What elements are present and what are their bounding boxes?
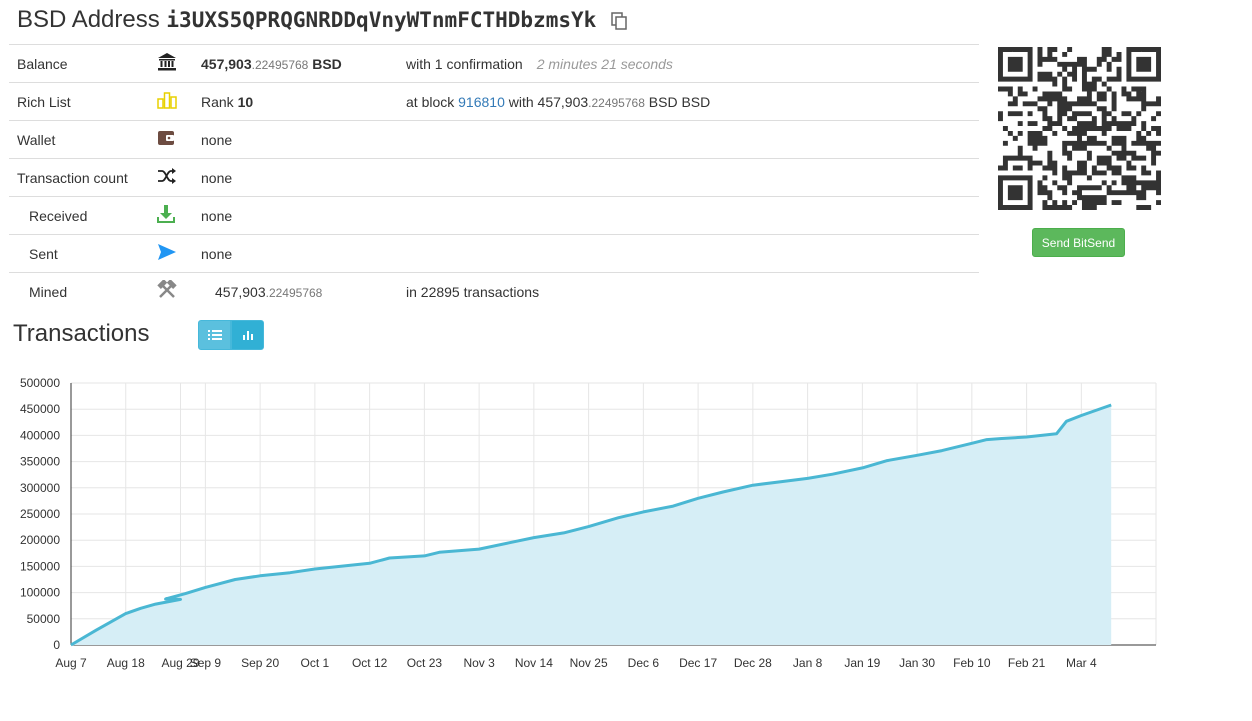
hammer-icon (157, 273, 201, 311)
shuffle-icon (157, 159, 201, 197)
y-tick-label: 300000 (20, 481, 60, 495)
x-tick-label: Nov 25 (570, 656, 608, 670)
y-tick-label: 500000 (20, 376, 60, 390)
richlist-info: at block 916810 with 457,903.22495768 BS… (406, 83, 979, 121)
copy-icon[interactable] (611, 9, 627, 30)
rank-prefix: Rank (201, 93, 234, 110)
x-tick-label: Oct 1 (301, 656, 330, 670)
balance-decimals: .22495768 (251, 57, 309, 72)
y-tick-label: 50000 (27, 612, 61, 626)
y-tick-label: 400000 (20, 428, 60, 442)
received-label: Received (29, 207, 88, 224)
x-tick-label: Oct 23 (407, 656, 443, 670)
block-link[interactable]: 916810 (458, 94, 505, 110)
x-tick-label: Feb 21 (1008, 656, 1046, 670)
balance-int: 457,903 (201, 55, 252, 72)
balance-info: with 1 confirmation 2 minutes 21 seconds (406, 45, 979, 83)
mined-info: in 22895 transactions (406, 283, 540, 300)
balance-unit: BSD (312, 55, 342, 72)
with-amount-text: with 457,903 (508, 93, 589, 110)
balance-row: Balance 457,903.22495768 BSD with 1 conf… (9, 44, 979, 83)
y-tick-label: 0 (53, 638, 60, 652)
x-tick-label: Dec 6 (628, 656, 660, 670)
send-icon (157, 235, 201, 273)
x-tick-label: Aug 18 (107, 656, 145, 670)
balance-label: Balance (17, 55, 68, 72)
received-value: none (201, 207, 233, 224)
list-icon (207, 330, 222, 340)
x-tick-label: Jan 8 (793, 656, 823, 670)
wallet-row: Wallet none (9, 120, 979, 159)
rank-number: 10 (237, 93, 254, 110)
y-tick-label: 150000 (20, 559, 60, 573)
bank-icon (157, 45, 201, 83)
wallet-value: none (201, 131, 233, 148)
y-tick-label: 200000 (20, 533, 60, 547)
x-tick-label: Nov 3 (463, 656, 495, 670)
x-tick-label: Feb 10 (953, 656, 991, 670)
x-tick-label: Nov 14 (515, 656, 553, 670)
transactions-heading: Transactions (13, 320, 150, 347)
address-summary-table: Balance 457,903.22495768 BSD with 1 conf… (9, 44, 979, 311)
richlist-row: Rich List Rank 10 at block 916810 with 4… (9, 82, 979, 121)
bar-chart-icon (242, 331, 253, 340)
page-title: BSD Address i3UXS5QPRQGNRDDqVnyWTnmFCTHD… (17, 6, 627, 34)
qr-code (998, 47, 1161, 210)
sent-value: none (201, 245, 233, 262)
mined-value: 457,903.22495768 (201, 273, 406, 311)
view-toggle-group (198, 320, 264, 350)
mined-decimals: .22495768 (265, 285, 323, 300)
list-view-button[interactable] (198, 320, 231, 350)
download-icon (157, 197, 201, 235)
wallet-label: Wallet (17, 131, 56, 148)
received-row: Received none (9, 196, 979, 235)
y-tick-label: 250000 (20, 507, 60, 521)
sent-label: Sent (29, 245, 58, 262)
y-tick-label: 100000 (20, 586, 60, 600)
address-value[interactable]: i3UXS5QPRQGNRDDqVnyWTnmFCTHDbzmsYk (166, 8, 596, 32)
txcount-row: Transaction count none (9, 158, 979, 197)
y-tick-label: 350000 (20, 455, 60, 469)
mined-label: Mined (29, 283, 68, 300)
txcount-value: none (201, 169, 233, 186)
x-tick-label: Oct 12 (352, 656, 388, 670)
at-block-text: at block (406, 93, 455, 110)
x-tick-label: Mar 4 (1066, 656, 1097, 670)
sent-row: Sent none (9, 234, 979, 273)
x-tick-label: Dec 17 (679, 656, 717, 670)
txcount-label: Transaction count (17, 169, 128, 186)
with-amount-decimals: .22495768 (588, 95, 645, 110)
x-tick-label: Sep 9 (190, 656, 222, 670)
mined-int: 457,903 (215, 283, 266, 300)
richlist-label: Rich List (17, 93, 71, 110)
chart-view-button[interactable] (231, 320, 264, 350)
time-ago: 2 minutes 21 seconds (536, 55, 673, 72)
x-tick-label: Jan 30 (899, 656, 935, 670)
wallet-icon (157, 121, 201, 159)
x-tick-label: Dec 28 (734, 656, 772, 670)
address-label: BSD Address (17, 6, 160, 33)
mined-row: Mined 457,903.22495768 in 22895 transact… (9, 272, 979, 311)
x-tick-label: Jan 19 (844, 656, 880, 670)
confirmation-text: with 1 confirmation (406, 55, 523, 72)
x-tick-label: Sep 20 (241, 656, 279, 670)
balance-history-chart: 5000004500004000003500003000002500002000… (20, 376, 1157, 670)
x-tick-label: Aug 7 (55, 656, 87, 670)
with-amount-unit: BSD BSD (648, 93, 711, 110)
rank-value: Rank 10 (201, 83, 406, 121)
y-tick-label: 450000 (20, 402, 60, 416)
send-bitsend-button[interactable]: Send BitSend (1032, 228, 1125, 257)
balance-value: 457,903.22495768 BSD (201, 45, 406, 83)
bar-chart-icon (157, 83, 201, 121)
